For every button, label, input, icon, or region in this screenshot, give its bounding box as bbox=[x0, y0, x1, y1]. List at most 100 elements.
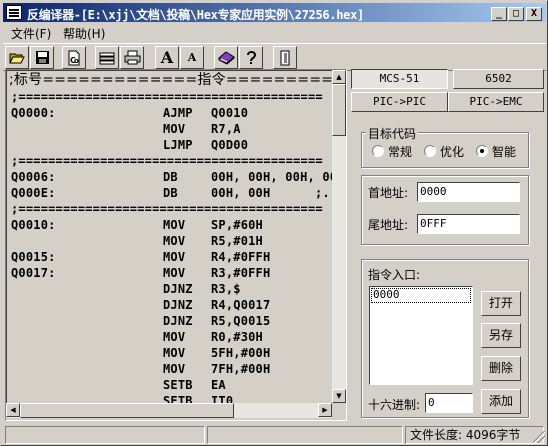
listing-operand: R3,#0FFH bbox=[211, 266, 271, 280]
options-icon[interactable] bbox=[95, 46, 119, 69]
book-icon[interactable] bbox=[214, 46, 238, 69]
listing-row[interactable]: Q0000: AJMP Q0010 bbox=[9, 105, 332, 121]
svg-text:o: o bbox=[74, 57, 79, 65]
entry-title: 指令入口: bbox=[368, 268, 421, 282]
listing-row[interactable]: DJNZ R3,$ bbox=[9, 281, 332, 297]
save-icon[interactable] bbox=[30, 46, 54, 69]
listing-opcode: DJNZ bbox=[163, 314, 193, 328]
disassemble-icon[interactable]: Co bbox=[62, 46, 86, 69]
target-smart-radio[interactable] bbox=[476, 145, 488, 157]
target-smart-label[interactable]: 智能 bbox=[492, 143, 516, 160]
listing-operand: R4,#0FFH bbox=[211, 250, 271, 264]
start-address-input[interactable]: 0000 bbox=[417, 182, 520, 202]
window-title: 反编译器-[E:\xjj\文档\投稿\Hex专家应用实例\27256.hex] bbox=[27, 8, 364, 22]
start-address-label: 首地址: bbox=[368, 186, 409, 200]
listing-operand: R0,#30H bbox=[211, 330, 263, 344]
open-icon[interactable] bbox=[5, 46, 29, 69]
listing-row[interactable]: SETB IT0 bbox=[9, 393, 332, 403]
maximize-button[interactable]: □ bbox=[508, 7, 524, 21]
close-button[interactable]: X bbox=[526, 7, 542, 21]
save-as-button[interactable]: 另存 bbox=[481, 323, 521, 348]
listing-row[interactable]: MOV R7,A bbox=[9, 121, 332, 137]
target-code-title: 目标代码 bbox=[366, 125, 419, 142]
disassembly-listing[interactable]: ;标号=============指令======================… bbox=[6, 70, 332, 403]
listing-operand: 00H, 00H, 00H, 00 bbox=[211, 170, 332, 184]
vertical-scrollbar[interactable]: ▲ ▼ bbox=[332, 70, 346, 403]
horizontal-scrollbar[interactable]: ◀ ▶ bbox=[6, 403, 332, 418]
hex-label: 十六进制: bbox=[368, 398, 421, 412]
entry-listbox[interactable]: 0000 bbox=[369, 286, 473, 385]
vertical-scroll-thumb[interactable] bbox=[332, 84, 346, 136]
listing-operand: 7FH,#00H bbox=[211, 362, 271, 376]
exit-icon[interactable] bbox=[273, 46, 297, 69]
target-optimize-label[interactable]: 优化 bbox=[440, 143, 464, 160]
listing-row[interactable]: DJNZ R5,Q0015 bbox=[9, 313, 332, 329]
listing-label: Q0015: bbox=[11, 250, 56, 264]
listing-operand: R5,Q0015 bbox=[211, 314, 271, 328]
font-larger-icon[interactable]: A bbox=[155, 46, 179, 69]
menu-file[interactable]: 文件(F) bbox=[11, 25, 51, 42]
font-smaller-icon[interactable]: A bbox=[180, 46, 204, 69]
listing-operand: EA bbox=[211, 378, 226, 392]
listing-row[interactable]: Q000E: DB 00H, 00H ;.. bbox=[9, 185, 332, 201]
listing-row[interactable]: Q0006: DB 00H, 00H, 00H, 00 bbox=[9, 169, 332, 185]
listing-row[interactable]: MOV 7FH,#00H bbox=[9, 361, 332, 377]
pic-to-pic-button[interactable]: PIC->PIC bbox=[351, 92, 448, 112]
listing-opcode: MOV bbox=[163, 122, 186, 136]
listing-opcode: MOV bbox=[163, 346, 186, 360]
status-middle bbox=[207, 426, 403, 444]
pic-to-emc-button[interactable]: PIC->EMC bbox=[448, 92, 544, 112]
listing-row[interactable]: ;=======================================… bbox=[9, 89, 332, 105]
scroll-left-arrow-icon[interactable]: ◀ bbox=[6, 403, 20, 417]
listing-row[interactable]: SETB EA bbox=[9, 377, 332, 393]
resize-grip-icon[interactable] bbox=[533, 431, 545, 443]
listing-operand: 00H, 00H ;.. bbox=[211, 186, 332, 200]
hex-input[interactable]: 0 bbox=[425, 393, 473, 413]
delete-button[interactable]: 删除 bbox=[481, 356, 521, 381]
listing-opcode: DB bbox=[163, 170, 178, 184]
listing-operand: Q0010 bbox=[211, 106, 249, 120]
listing-row[interactable]: ;=======================================… bbox=[9, 201, 332, 217]
scroll-up-arrow-icon[interactable]: ▲ bbox=[332, 70, 346, 84]
target-optimize-radio[interactable] bbox=[424, 145, 436, 157]
open-button[interactable]: 打开 bbox=[481, 291, 521, 316]
scroll-down-arrow-icon[interactable]: ▼ bbox=[332, 389, 346, 403]
listing-operand: Q0D00 bbox=[211, 138, 249, 152]
listing-row[interactable]: Q0015: MOV R4,#0FFH bbox=[9, 249, 332, 265]
listing-row[interactable]: Q0010: MOV SP,#60H bbox=[9, 217, 332, 233]
c6502-button[interactable]: 6502 bbox=[453, 69, 544, 89]
listing-row[interactable]: MOV R0,#30H bbox=[9, 329, 332, 345]
listing-label: Q0017: bbox=[11, 266, 56, 280]
listing-opcode: DJNZ bbox=[163, 282, 193, 296]
add-button[interactable]: 添加 bbox=[481, 389, 521, 414]
listing-row[interactable]: MOV R5,#01H bbox=[9, 233, 332, 249]
listing-row[interactable]: DJNZ R4,Q0017 bbox=[9, 297, 332, 313]
target-normal-radio[interactable] bbox=[372, 145, 384, 157]
horizontal-scroll-thumb[interactable] bbox=[20, 403, 234, 418]
listing-opcode: MOV bbox=[163, 266, 186, 280]
minimize-button[interactable]: _ bbox=[491, 7, 507, 21]
listing-header: ;标号=============指令======================… bbox=[9, 72, 332, 88]
scroll-right-arrow-icon[interactable]: ▶ bbox=[318, 403, 332, 417]
target-normal-label[interactable]: 常规 bbox=[388, 143, 412, 160]
app-window: 反编译器-[E:\xjj\文档\投稿\Hex专家应用实例\27256.hex] … bbox=[0, 0, 548, 446]
title-bar[interactable]: 反编译器-[E:\xjj\文档\投稿\Hex专家应用实例\27256.hex] … bbox=[3, 3, 546, 22]
mcs51-button[interactable]: MCS-51 bbox=[351, 69, 448, 89]
listing-row[interactable]: LJMP Q0D00 bbox=[9, 137, 332, 153]
listing-label: ;=======================================… bbox=[11, 154, 323, 168]
end-address-label: 尾地址: bbox=[368, 218, 409, 232]
entry-list-item[interactable]: 0000 bbox=[371, 288, 471, 303]
print-icon[interactable] bbox=[120, 46, 144, 69]
menu-help[interactable]: 帮助(H) bbox=[63, 25, 105, 42]
listing-row[interactable]: Q0017: MOV R3,#0FFH bbox=[9, 265, 332, 281]
listing-opcode: MOV bbox=[163, 330, 186, 344]
listing-opcode: MOV bbox=[163, 250, 186, 264]
end-address-input[interactable]: 0FFF bbox=[417, 214, 520, 234]
status-bar: 文件长度: 4096字节 bbox=[3, 424, 546, 444]
listing-operand: R4,Q0017 bbox=[211, 298, 271, 312]
listing-opcode: MOV bbox=[163, 234, 186, 248]
help-icon[interactable] bbox=[239, 46, 263, 69]
listing-row[interactable]: ;=======================================… bbox=[9, 153, 332, 169]
listing-row[interactable]: MOV 5FH,#00H bbox=[9, 345, 332, 361]
app-icon bbox=[6, 5, 22, 20]
